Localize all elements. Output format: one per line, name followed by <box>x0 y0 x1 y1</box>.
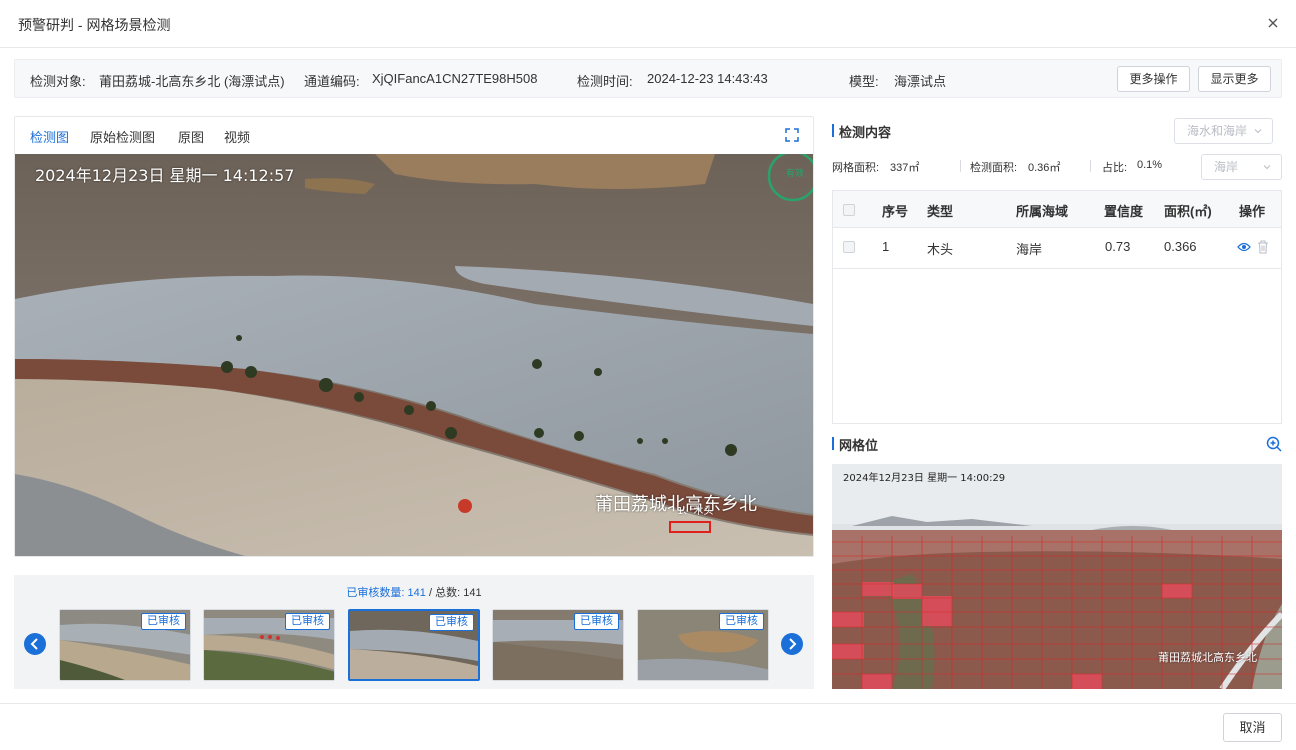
reviewed-badge: 已审核 <box>141 613 186 630</box>
stat-divider <box>960 160 961 172</box>
chevron-down-icon <box>1263 165 1271 170</box>
grid-area-label: 网格面积: <box>832 162 880 174</box>
category-select-value: 海水和海岸 <box>1187 124 1248 138</box>
row-sea-area: 海岸 <box>1016 242 1043 257</box>
delete-icon[interactable] <box>1257 240 1269 254</box>
row-area: 0.366 <box>1164 239 1197 254</box>
more-operations-button[interactable]: 更多操作 <box>1117 66 1190 92</box>
row-checkbox[interactable] <box>843 241 855 253</box>
region-select-value: 海岸 <box>1214 160 1239 174</box>
show-more-button[interactable]: 显示更多 <box>1198 66 1271 92</box>
ratio-label: 占比: <box>1102 162 1128 174</box>
detection-label: 1、木头 <box>677 506 714 517</box>
thumbnail-5[interactable]: 已审核 <box>637 609 769 681</box>
grid-position-title: 网格位 <box>832 435 878 454</box>
review-count: 已审核数量: 141 / 总数: 141 <box>14 584 814 600</box>
category-select[interactable]: 海水和海岸 <box>1174 118 1273 144</box>
detection-table: 序号 类型 所属海域 置信度 面积(㎡) 操作 1 木头 海岸 0.73 0.3… <box>832 190 1282 424</box>
reviewed-label: 已审核数量: <box>346 587 405 599</box>
prev-arrow-button[interactable] <box>24 633 46 655</box>
detection-image: 2024年12月23日 星期一 14:12:57 莆田荔城北高东乡北 1、木头 … <box>15 154 813 556</box>
grid-position-image: 2024年12月23日 星期一 14:00:29 莆田荔城北高东乡北 <box>832 464 1282 689</box>
location-watermark: 莆田荔城北高东乡北 <box>595 494 757 515</box>
stat-divider <box>1090 160 1091 172</box>
zoom-in-icon[interactable] <box>1266 436 1282 452</box>
row-confidence: 0.73 <box>1105 239 1131 254</box>
total-label: / 总数: <box>428 587 461 599</box>
chevron-right-icon <box>789 638 797 650</box>
channel-value: XjQIFancA1CN27TE98H508 <box>372 71 538 86</box>
modal-title: 预警研判 - 网格场景检测 <box>18 17 171 33</box>
object-label: 检测对象: <box>30 74 86 89</box>
tab-detection-image[interactable]: 检测图 <box>30 127 69 146</box>
next-arrow-button[interactable] <box>781 633 803 655</box>
cancel-button[interactable]: 取消 <box>1223 713 1282 742</box>
column-header-actions: 操作 <box>1239 204 1266 219</box>
detected-area-value: 0.36㎡ <box>1028 162 1061 174</box>
total-count: 141 <box>463 587 482 599</box>
column-header-type: 类型 <box>927 204 954 219</box>
fullscreen-icon[interactable] <box>785 128 799 142</box>
chevron-down-icon <box>1254 129 1262 134</box>
tab-original-detection-image[interactable]: 原始检测图 <box>90 127 155 146</box>
valid-stamp: 有效 <box>786 169 805 179</box>
image-tabs: 检测图 原始检测图 原图 视频 <box>15 117 813 154</box>
modal-header: 预警研判 - 网格场景检测 <box>0 0 1296 48</box>
reviewed-badge: 已审核 <box>719 613 764 630</box>
tab-original-image[interactable]: 原图 <box>178 127 204 146</box>
time-value: 2024-12-23 14:43:43 <box>647 71 768 86</box>
column-header-area: 面积(㎡) <box>1164 204 1212 219</box>
table-header: 序号 类型 所属海域 置信度 面积(㎡) 操作 <box>833 191 1281 228</box>
table-row[interactable]: 1 木头 海岸 0.73 0.366 <box>833 228 1281 269</box>
detection-content-title: 检测内容 <box>832 122 891 141</box>
row-type: 木头 <box>927 242 954 257</box>
model-value: 海漂试点 <box>894 74 947 89</box>
model-label: 模型: <box>849 74 879 89</box>
grid-area-value: 337㎡ <box>890 162 920 174</box>
reviewed-badge: 已审核 <box>574 613 619 630</box>
detection-image-panel: 检测图 原始检测图 原图 视频 2024年12月23日 星期一 14:12:57… <box>14 116 814 557</box>
thumbnail-3[interactable]: 已审核 <box>348 609 480 681</box>
tab-video[interactable]: 视频 <box>224 127 250 146</box>
close-icon[interactable] <box>1264 14 1282 32</box>
thumbnail-strip: 已审核数量: 141 / 总数: 141 已审核 已审核 已审核 已审核 已审核 <box>14 575 814 689</box>
grid-watermark: 莆田荔城北高东乡北 <box>1158 651 1257 664</box>
ratio-value: 0.1% <box>1137 159 1163 171</box>
thumbnail-2[interactable]: 已审核 <box>203 609 335 681</box>
grid-timestamp: 2024年12月23日 星期一 14:00:29 <box>843 473 1006 484</box>
detection-info-bar: 检测对象: 莆田荔城-北高东乡北 (海漂试点) 通道编码: XjQIFancA1… <box>14 59 1282 98</box>
eye-icon[interactable] <box>1237 241 1251 253</box>
channel-label: 通道编码: <box>304 74 360 89</box>
detection-modal: 预警研判 - 网格场景检测 检测对象: 莆田荔城-北高东乡北 (海漂试点) 通道… <box>0 0 1296 750</box>
object-value: 莆田荔城-北高东乡北 (海漂试点) <box>99 74 285 89</box>
chevron-left-icon <box>30 638 38 650</box>
column-header-confidence: 置信度 <box>1104 204 1144 219</box>
select-all-checkbox[interactable] <box>843 204 855 216</box>
reviewed-badge: 已审核 <box>429 614 474 631</box>
column-header-sea-area: 所属海域 <box>1016 204 1069 219</box>
thumbnail-4[interactable]: 已审核 <box>492 609 624 681</box>
reviewed-badge: 已审核 <box>285 613 330 630</box>
reviewed-count: 141 <box>407 587 426 599</box>
region-select[interactable]: 海岸 <box>1201 154 1282 180</box>
detected-area-label: 检测面积: <box>970 162 1018 174</box>
row-index: 1 <box>882 239 890 254</box>
time-label: 检测时间: <box>577 74 633 89</box>
column-header-index: 序号 <box>882 204 909 219</box>
modal-footer: 取消 <box>0 703 1296 750</box>
image-timestamp: 2024年12月23日 星期一 14:12:57 <box>35 166 295 185</box>
thumbnail-1[interactable]: 已审核 <box>59 609 191 681</box>
